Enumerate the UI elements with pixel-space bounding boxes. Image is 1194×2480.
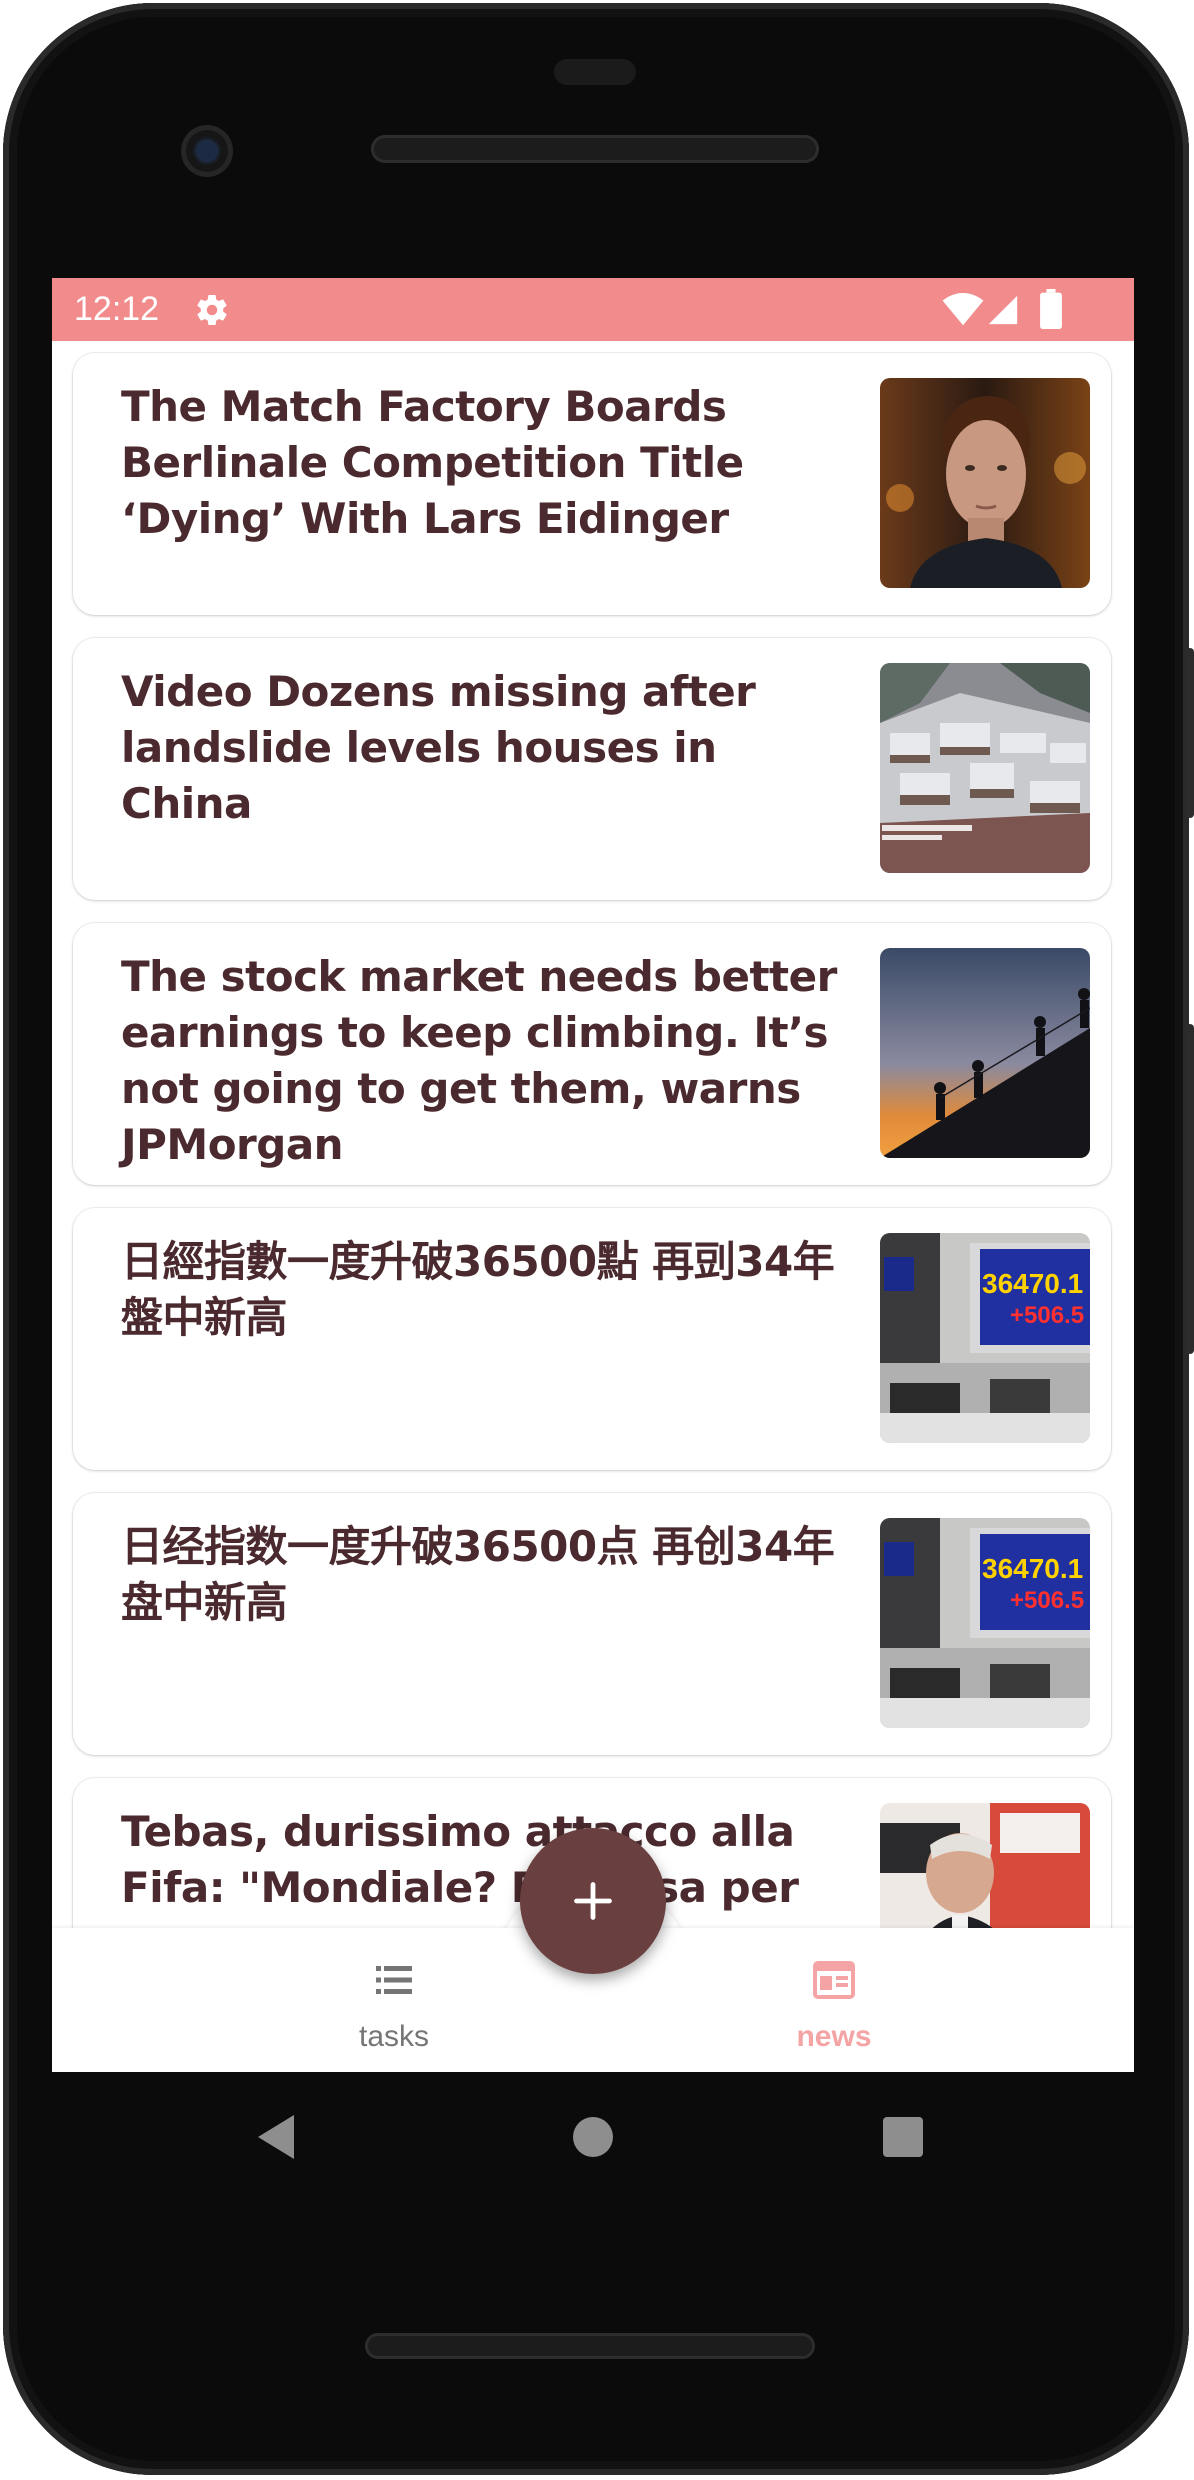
top-sensor (554, 59, 636, 85)
volume-button (1186, 1024, 1194, 1354)
home-icon[interactable] (572, 2116, 614, 2158)
news-card-title: Tebas, durissimo attacco alla Fifa: "Mon… (121, 1807, 799, 1912)
plus-icon (574, 1882, 612, 1920)
news-card[interactable]: 日经指数一度升破36500点 再创34年盘中新高 36470.1 +506.5 (73, 1493, 1111, 1755)
news-thumbnail (880, 663, 1090, 873)
add-fab-button[interactable] (520, 1828, 666, 1974)
nav-tab-tasks[interactable]: tasks (244, 1928, 544, 2072)
nav-tab-tasks-label: tasks (358, 2020, 430, 2053)
news-thumbnail (880, 378, 1090, 588)
news-card-title: 日经指数一度升破36500点 再创34年盘中新高 (121, 1522, 835, 1627)
status-bar: 12:12 (52, 278, 1134, 341)
gear-icon (197, 295, 227, 326)
board-change-value: +506.5 (1010, 1302, 1084, 1329)
news-thumbnail: 36470.1 +506.5 (880, 1233, 1090, 1443)
earpiece-speaker (371, 135, 819, 163)
front-camera (181, 125, 233, 177)
signal-icon (988, 295, 1018, 325)
wifi-icon (942, 293, 984, 326)
app-screen: 12:12 The Match Factory Boards Berlinale… (52, 278, 1134, 2072)
battery-icon (1040, 289, 1062, 329)
status-time: 12:12 (74, 290, 160, 328)
recents-icon[interactable] (882, 2116, 924, 2158)
back-icon[interactable] (254, 2112, 298, 2162)
news-card[interactable]: The Match Factory Boards Berlinale Compe… (73, 353, 1111, 615)
news-feed[interactable]: The Match Factory Boards Berlinale Compe… (52, 341, 1134, 2004)
newspaper-icon (813, 1961, 855, 1999)
news-card[interactable]: The stock market needs better earnings t… (73, 923, 1111, 1185)
board-index-value: 36470.1 (982, 1268, 1083, 1299)
board-change-value: +506.5 (1010, 1587, 1084, 1614)
news-card-title: Video Dozens missing after landslide lev… (121, 667, 756, 828)
nav-tab-news[interactable]: news (684, 1928, 984, 2072)
board-index-value: 36470.1 (982, 1553, 1083, 1584)
list-icon (376, 1966, 412, 1994)
news-thumbnail: 36470.1 +506.5 (880, 1518, 1090, 1728)
power-button (1186, 648, 1194, 818)
news-card[interactable]: Video Dozens missing after landslide lev… (73, 638, 1111, 900)
news-card-title: The stock market needs better earnings t… (121, 952, 837, 1169)
news-thumbnail (880, 948, 1090, 1158)
nav-tab-news-label: news (796, 2020, 872, 2053)
news-card-title: The Match Factory Boards Berlinale Compe… (121, 382, 744, 543)
bottom-speaker (365, 2333, 815, 2359)
news-card[interactable]: 日經指數一度升破36500點 再剅34年盤中新高 36470.1 +506.5 (73, 1208, 1111, 1470)
news-card-title: 日經指數一度升破36500點 再剅34年盤中新高 (121, 1237, 835, 1342)
